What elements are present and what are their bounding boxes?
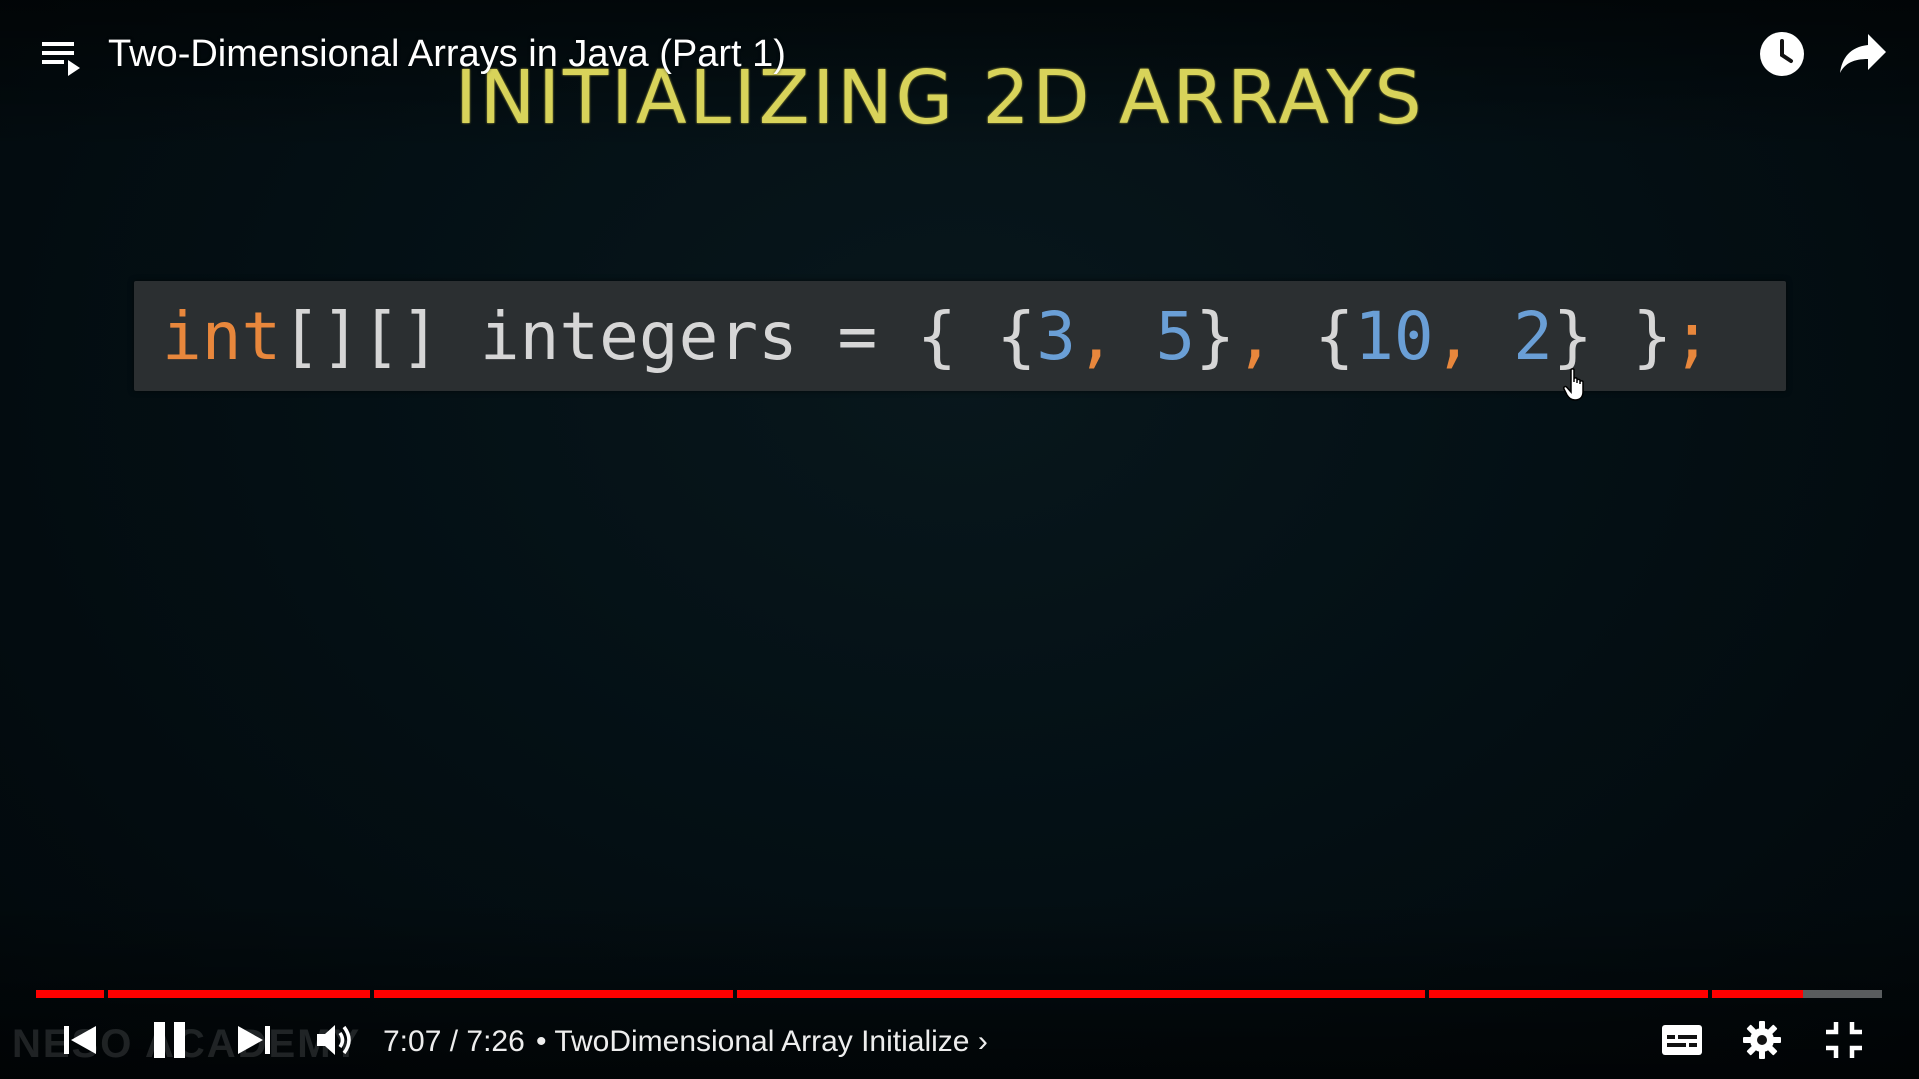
video-title[interactable]: Two-Dimensional Arrays in Java (Part 1) (108, 30, 786, 78)
clock-icon (1760, 32, 1804, 76)
subtitles-button[interactable] (1660, 1018, 1704, 1062)
code-number: 5 (1155, 298, 1196, 375)
code-box: int[][] integers = { {3, 5}, {10, 2} }; (134, 281, 1786, 391)
code-brackets: [][] (281, 298, 441, 375)
code-number: 3 (1036, 298, 1076, 375)
skip-previous-icon (64, 1026, 96, 1054)
code-close-brace: } (1195, 298, 1235, 375)
chapter-marker (1708, 990, 1712, 998)
playlist-icon (42, 42, 80, 76)
previous-button[interactable] (60, 1018, 100, 1062)
chapter-marker (370, 990, 374, 998)
current-time: 7:07 (383, 1025, 442, 1058)
chapter-bullet: • (536, 1025, 547, 1058)
chapter-marker (733, 990, 737, 998)
code-keyword: int (162, 298, 282, 375)
chapter-title: TwoDimensional Array Initialize (554, 1025, 970, 1058)
time-separator: / (441, 1025, 467, 1058)
skip-next-icon (238, 1026, 270, 1054)
code-semicolon: ; (1672, 298, 1712, 375)
code-line: int[][] integers = { {3, 5}, {10, 2} }; (162, 297, 1712, 377)
time-display: 7:07 / 7:26 (383, 1022, 525, 1062)
code-comma: , (1075, 298, 1116, 375)
pause-button[interactable] (150, 1018, 190, 1062)
chevron-right-icon: › (977, 1025, 988, 1058)
hand-cursor-icon (1563, 368, 1587, 402)
share-button[interactable] (1838, 32, 1888, 76)
code-comma: , (1234, 298, 1275, 375)
duration: 7:26 (466, 1025, 525, 1058)
exit-fullscreen-button[interactable] (1822, 1018, 1866, 1062)
share-icon (1840, 34, 1886, 73)
next-button[interactable] (234, 1018, 274, 1062)
subtitles-icon (1662, 1025, 1702, 1055)
code-number: 10 (1354, 298, 1434, 375)
volume-icon (317, 1025, 351, 1055)
settings-button[interactable] (1740, 1018, 1784, 1062)
code-identifier: integers = { { (440, 298, 1037, 375)
chapter-marker (104, 990, 108, 998)
progress-played (36, 990, 1803, 998)
chapter-button[interactable]: • TwoDimensional Array Initialize › (536, 1022, 988, 1062)
volume-button[interactable] (314, 1018, 358, 1062)
watch-later-button[interactable] (1758, 30, 1806, 78)
chapter-marker (1425, 990, 1429, 998)
pause-icon (154, 1022, 185, 1058)
exit-fullscreen-icon (1826, 1022, 1862, 1058)
code-comma: , (1433, 298, 1474, 375)
playlist-button[interactable] (40, 36, 84, 80)
code-open-brace: { (1274, 298, 1355, 375)
code-close-braces: } } (1552, 298, 1673, 375)
code-number: 2 (1513, 298, 1553, 375)
progress-bar[interactable] (36, 990, 1882, 998)
gear-icon (1743, 1021, 1781, 1059)
